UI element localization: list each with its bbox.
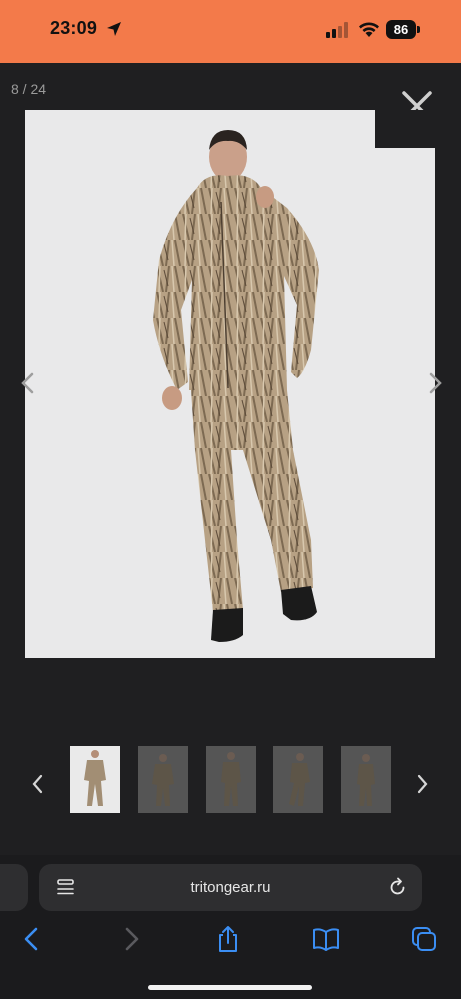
back-icon[interactable] bbox=[18, 925, 46, 953]
product-photo[interactable] bbox=[25, 110, 435, 658]
battery-tip bbox=[417, 26, 420, 33]
address-bar[interactable]: tritongear.ru bbox=[39, 864, 422, 911]
thumbnail-next-icon[interactable] bbox=[414, 773, 430, 795]
thumbnail-3[interactable] bbox=[206, 746, 256, 813]
thumbnail-2[interactable] bbox=[138, 746, 188, 813]
photo-corner bbox=[375, 110, 435, 148]
status-time: 23:09 bbox=[50, 18, 98, 38]
thumbnail-prev-icon[interactable] bbox=[30, 773, 46, 795]
thumbnail-5[interactable] bbox=[341, 746, 391, 813]
location-arrow-icon bbox=[107, 22, 121, 36]
home-indicator[interactable] bbox=[148, 985, 312, 990]
signal-icon bbox=[326, 22, 348, 38]
bookmarks-icon[interactable] bbox=[312, 925, 340, 953]
browser-toolbar: tritongear.ru bbox=[0, 855, 461, 999]
chevron-right-icon[interactable] bbox=[425, 371, 445, 395]
thumbnail-image bbox=[152, 754, 174, 806]
image-gallery: 8 / 24 bbox=[0, 63, 461, 855]
status-bar: 23:09 86 bbox=[0, 0, 461, 63]
url-text: tritongear.ru bbox=[190, 879, 271, 896]
thumbnail-image bbox=[357, 754, 375, 806]
thumbnail-image bbox=[289, 753, 310, 806]
wifi-icon bbox=[359, 22, 379, 37]
reload-icon[interactable] bbox=[387, 877, 408, 898]
thumbnail-image bbox=[84, 750, 106, 806]
thumbnail-4[interactable] bbox=[273, 746, 323, 813]
chevron-left-icon[interactable] bbox=[18, 371, 38, 395]
image-counter: 8 / 24 bbox=[11, 81, 47, 97]
camo-suit-model-image bbox=[153, 130, 319, 642]
thumbnail-image bbox=[221, 752, 241, 806]
battery-icon: 86 bbox=[386, 20, 416, 39]
tabs-icon[interactable] bbox=[410, 925, 438, 953]
share-icon[interactable] bbox=[214, 925, 242, 953]
thumbnail-1[interactable] bbox=[70, 746, 120, 813]
previous-tab-peek[interactable] bbox=[0, 864, 28, 911]
forward-icon[interactable] bbox=[117, 925, 145, 953]
